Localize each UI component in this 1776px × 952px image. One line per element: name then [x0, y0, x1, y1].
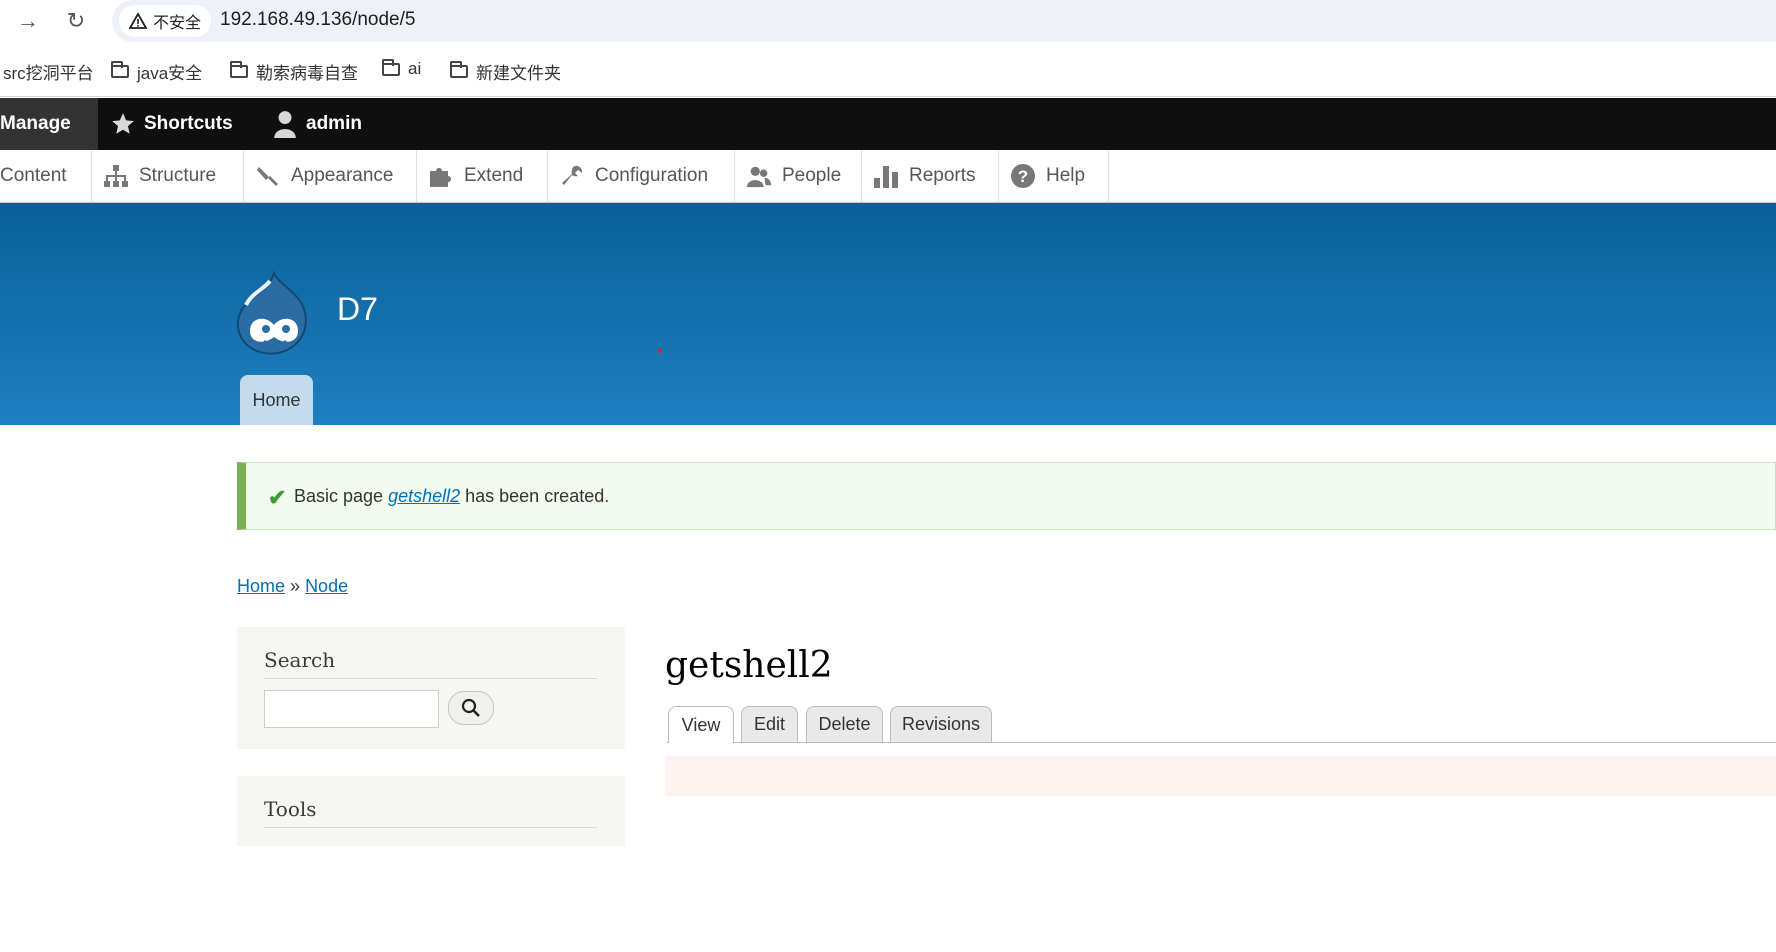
tray-label: Configuration	[595, 165, 709, 186]
svg-text:?: ?	[1018, 167, 1028, 186]
message-node-link[interactable]: getshell2	[388, 486, 460, 506]
tray-label: Help	[1046, 165, 1086, 186]
search-input[interactable]	[264, 690, 439, 728]
browser-address-bar: → ↻ 不安全 192.168.49.136/node/5	[0, 0, 1776, 42]
admin-tray: Content Structure Appearance Extend Conf…	[0, 150, 1776, 203]
tray-configuration[interactable]: Configuration	[548, 150, 735, 202]
site-name[interactable]: D7	[337, 291, 378, 328]
people-icon	[746, 163, 772, 189]
url-box[interactable]: 不安全 192.168.49.136/node/5	[112, 0, 1776, 42]
folder-icon	[382, 58, 400, 76]
search-block: Search	[237, 627, 625, 749]
tab-revisions[interactable]: Revisions	[890, 706, 992, 742]
status-message-text: Basic page getshell2 has been created.	[294, 486, 609, 507]
user-icon	[274, 111, 296, 138]
breadcrumb-separator: »	[290, 576, 301, 596]
toolbar-user[interactable]: admin	[272, 98, 362, 150]
security-chip[interactable]: 不安全	[119, 5, 212, 37]
tab-edit[interactable]: Edit	[741, 706, 798, 742]
cursor-dot	[658, 349, 662, 353]
breadcrumb: Home » Node	[237, 576, 348, 597]
search-block-title: Search	[264, 648, 336, 672]
bookmark-folder-new[interactable]: 新建文件夹	[450, 59, 561, 84]
bookmark-folder-java[interactable]: java安全	[111, 59, 202, 84]
node-content-area	[665, 756, 1776, 796]
search-icon	[461, 698, 480, 717]
search-button[interactable]	[448, 691, 494, 725]
wrench-icon	[559, 163, 585, 189]
bar-chart-icon	[873, 163, 899, 189]
warning-icon	[129, 13, 147, 29]
tray-label: Structure	[139, 165, 217, 186]
arrow-right-icon: →	[17, 8, 39, 33]
tray-label: Extend	[464, 165, 524, 186]
status-message: ✔ Basic page getshell2 has been created.	[237, 462, 1776, 530]
bookmark-src[interactable]: src挖洞平台	[3, 59, 94, 84]
site-header: D7 Home	[0, 203, 1776, 425]
checkmark-icon: ✔	[268, 485, 287, 510]
forward-button[interactable]: →	[12, 6, 44, 36]
folder-icon	[450, 61, 468, 78]
tray-label: People	[782, 165, 842, 186]
home-tab[interactable]: Home	[240, 375, 313, 425]
structure-icon	[103, 163, 129, 189]
bookmark-label: ai	[408, 59, 422, 78]
bookmark-label: src挖洞平台	[3, 64, 94, 83]
tabs-divider	[667, 742, 1776, 743]
toolbar-manage[interactable]: Manage	[0, 98, 98, 150]
breadcrumb-node[interactable]: Node	[305, 576, 348, 596]
star-icon	[112, 113, 134, 134]
bookmarks-bar: src挖洞平台 java安全 勒索病毒自查 ai 新建文件夹	[0, 46, 1776, 97]
tray-label: Appearance	[291, 165, 394, 186]
breadcrumb-home[interactable]: Home	[237, 576, 285, 596]
tray-people[interactable]: People	[735, 150, 862, 202]
bookmark-label: 勒索病毒自查	[256, 64, 358, 83]
folder-icon	[111, 61, 129, 78]
admin-toolbar: Manage Shortcuts admin	[0, 98, 1776, 150]
page-title: getshell2	[665, 645, 833, 686]
paintbrush-icon	[255, 163, 281, 189]
url-text[interactable]: 192.168.49.136/node/5	[220, 9, 415, 31]
message-prefix: Basic page	[294, 486, 389, 506]
tray-label: Content	[0, 165, 67, 186]
tray-structure[interactable]: Structure	[92, 150, 244, 202]
tray-content[interactable]: Content	[0, 150, 92, 202]
security-label: 不安全	[153, 15, 202, 32]
tab-view[interactable]: View	[668, 706, 734, 743]
tray-label: Reports	[909, 165, 976, 186]
bookmark-folder-ai[interactable]: ai	[382, 58, 422, 79]
toolbar-shortcuts-label: Shortcuts	[144, 113, 233, 134]
bookmark-label: java安全	[137, 64, 203, 83]
message-suffix: has been created.	[460, 486, 610, 506]
reload-button[interactable]: ↻	[60, 6, 92, 36]
toolbar-shortcuts[interactable]: Shortcuts	[110, 98, 233, 150]
bookmark-label: 新建文件夹	[476, 64, 561, 83]
reload-icon: ↻	[66, 8, 86, 33]
folder-icon	[230, 61, 248, 78]
tools-block-title: Tools	[264, 797, 317, 821]
drupal-logo-icon[interactable]	[234, 269, 316, 359]
toolbar-user-label: admin	[306, 113, 362, 134]
toolbar-manage-label: Manage	[0, 113, 71, 134]
tab-delete[interactable]: Delete	[806, 706, 883, 742]
tray-help[interactable]: ? Help	[999, 150, 1109, 202]
tray-appearance[interactable]: Appearance	[244, 150, 417, 202]
divider	[264, 678, 597, 679]
tray-reports[interactable]: Reports	[862, 150, 999, 202]
tray-extend[interactable]: Extend	[417, 150, 548, 202]
tools-block: Tools	[237, 776, 625, 846]
help-icon: ?	[1010, 163, 1036, 189]
puzzle-icon	[428, 163, 454, 189]
bookmark-folder-ransomware[interactable]: 勒索病毒自查	[230, 59, 358, 84]
divider	[264, 827, 597, 828]
